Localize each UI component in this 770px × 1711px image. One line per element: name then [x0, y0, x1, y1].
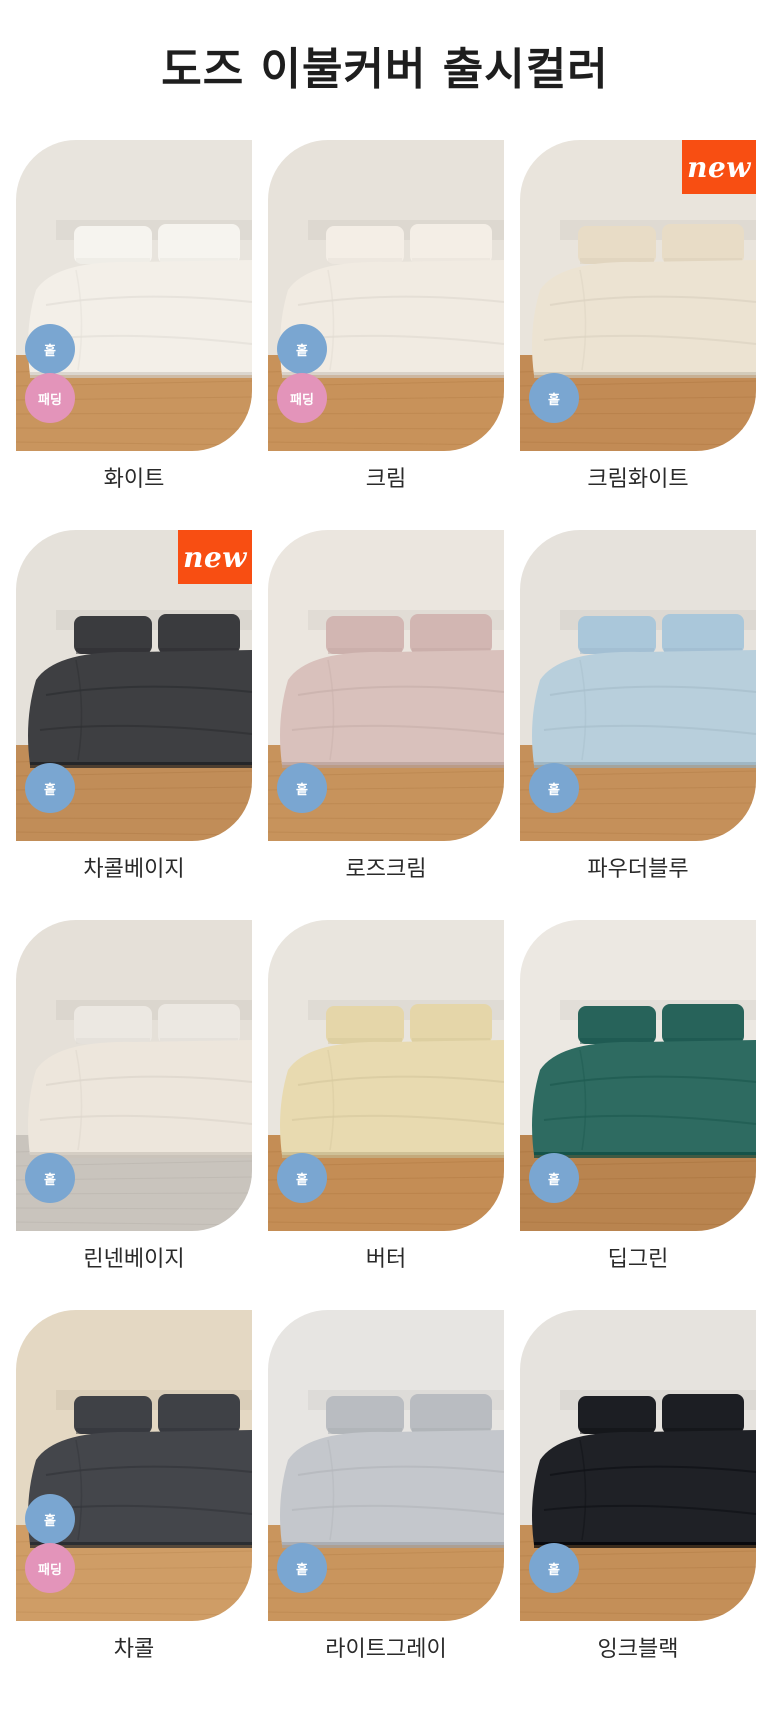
product-photo[interactable]: 홑 패딩: [268, 140, 504, 451]
product-photo[interactable]: 홑: [268, 920, 504, 1231]
single-layer-tag: 홑: [25, 763, 75, 813]
new-badge: new: [682, 140, 756, 194]
padding-tag: 패딩: [25, 1543, 75, 1593]
single-layer-tag: 홑: [529, 1543, 579, 1593]
color-name: 라이트그레이: [325, 1637, 447, 1662]
color-card[interactable]: 홑버터: [268, 920, 504, 1310]
single-layer-tag: 홑: [529, 373, 579, 423]
color-card[interactable]: new 홑차콜베이지: [16, 530, 252, 920]
color-card[interactable]: 홑라이트그레이: [268, 1310, 504, 1700]
color-name: 딥그린: [607, 1247, 669, 1272]
single-layer-tag: 홑: [529, 763, 579, 813]
single-layer-tag: 홑: [277, 763, 327, 813]
single-layer-tag: 홑: [25, 1494, 75, 1544]
color-card[interactable]: 홑 패딩화이트: [16, 140, 252, 530]
color-name: 버터: [365, 1247, 407, 1272]
color-card[interactable]: 홑 패딩차콜: [16, 1310, 252, 1700]
color-name: 화이트: [103, 467, 165, 492]
color-card[interactable]: 홑로즈크림: [268, 530, 504, 920]
single-layer-tag: 홑: [277, 324, 327, 374]
product-photo[interactable]: 홑 패딩: [16, 1310, 252, 1621]
product-photo[interactable]: 홑 패딩: [16, 140, 252, 451]
padding-tag: 패딩: [277, 373, 327, 423]
color-card[interactable]: 홑린넨베이지: [16, 920, 252, 1310]
color-name: 린넨베이지: [83, 1247, 185, 1272]
color-name: 차콜베이지: [83, 857, 185, 882]
color-name: 차콜: [113, 1637, 155, 1662]
page-title: 도즈 이불커버 출시컬러: [161, 44, 609, 95]
color-card[interactable]: 홑파우더블루: [520, 530, 756, 920]
color-card[interactable]: 홑잉크블랙: [520, 1310, 756, 1700]
product-photo[interactable]: 홑: [268, 1310, 504, 1621]
product-photo[interactable]: 홑: [16, 920, 252, 1231]
color-card[interactable]: 홑딥그린: [520, 920, 756, 1310]
color-name: 크림화이트: [587, 467, 689, 492]
color-name: 잉크블랙: [597, 1637, 679, 1662]
color-grid: 홑 패딩 화이트 홑 패딩 크림 new 홑 크림화이트 new 홑 차콜베이지 홑 로즈크림 홑 파우더블루…: [16, 140, 756, 1700]
product-photo[interactable]: new 홑: [520, 140, 756, 451]
color-card[interactable]: new 홑크림화이트: [520, 140, 756, 530]
color-name: 파우더블루: [587, 857, 689, 882]
single-layer-tag: 홑: [277, 1153, 327, 1203]
padding-tag: 패딩: [25, 373, 75, 423]
single-layer-tag: 홑: [277, 1543, 327, 1593]
new-badge: new: [178, 530, 252, 584]
single-layer-tag: 홑: [25, 324, 75, 374]
product-photo[interactable]: 홑: [520, 1310, 756, 1621]
product-photo[interactable]: 홑: [268, 530, 504, 841]
product-photo[interactable]: new 홑: [16, 530, 252, 841]
color-name: 크림: [365, 467, 407, 492]
product-photo[interactable]: 홑: [520, 920, 756, 1231]
product-photo[interactable]: 홑: [520, 530, 756, 841]
color-name: 로즈크림: [345, 857, 427, 882]
product-color-page: 도즈 이불커버 출시컬러 홑 패딩 화이트 홑 패딩 크림 new 홑 크림화이트 new 홑 차콜베…: [0, 0, 770, 1711]
single-layer-tag: 홑: [25, 1153, 75, 1203]
color-card[interactable]: 홑 패딩크림: [268, 140, 504, 530]
single-layer-tag: 홑: [529, 1153, 579, 1203]
